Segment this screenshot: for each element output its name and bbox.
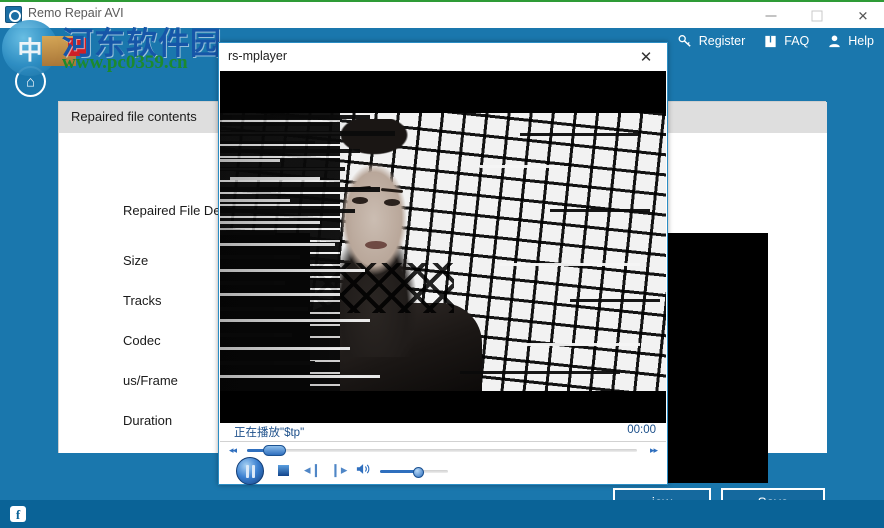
fast-forward-icon[interactable]: ▸▸ [650, 445, 658, 456]
seek-slider[interactable] [247, 445, 637, 456]
app-title: Remo Repair AVI [28, 6, 124, 20]
video-letterbox-bottom [220, 391, 666, 423]
home-icon: ⌂ [25, 73, 36, 91]
volume-handle[interactable] [413, 466, 424, 478]
volume-slider[interactable] [380, 466, 448, 478]
app-titlebar: Remo Repair AVI ✕ [0, 2, 884, 28]
player-status-text: 正在播放"$tp" [234, 427, 305, 439]
close-button[interactable]: ✕ [840, 4, 884, 28]
facebook-icon[interactable]: f [10, 506, 26, 522]
person-icon [827, 34, 842, 49]
next-button[interactable]: ❙▸ [330, 463, 347, 476]
field-label-2: Tracks [123, 293, 162, 308]
pause-button[interactable] [236, 457, 264, 485]
seek-handle[interactable] [263, 445, 286, 456]
video-frame [220, 113, 666, 391]
toolbar-label-register: Register [698, 34, 746, 48]
toolbar-item-faq[interactable]: FAQ [763, 34, 809, 49]
player-time: 00:00 [627, 424, 656, 436]
rewind-icon[interactable]: ◂◂ [229, 445, 237, 456]
book-icon [763, 34, 778, 49]
field-label-0: Repaired File De [123, 203, 221, 218]
player-window: rs-mplayer ✕ 正在播放"$tp" 00:00 ◂◂ ▸▸ ◂❙ ❙▸ [218, 42, 668, 485]
top-toolbar: Register FAQ Help [678, 30, 874, 52]
key-icon [678, 34, 693, 49]
field-label-5: Duration [123, 413, 173, 428]
minimize-icon [765, 15, 777, 17]
status-bar: f [0, 500, 884, 528]
field-label-3: Codec [123, 333, 161, 348]
stop-button[interactable] [278, 465, 289, 476]
minimize-button[interactable] [748, 4, 794, 28]
video-vignette [220, 113, 666, 391]
field-label-1: Size [123, 253, 149, 268]
player-controls: 正在播放"$tp" 00:00 ◂◂ ▸▸ ◂❙ ❙▸ [220, 423, 666, 485]
card-header-title: Repaired file contents [71, 109, 197, 124]
transport-buttons: ◂❙ ❙▸ [220, 457, 666, 485]
player-titlebar: rs-mplayer ✕ [219, 43, 667, 71]
thumbnail-preview [668, 233, 768, 483]
maximize-icon [811, 10, 823, 22]
app-icon [5, 6, 22, 23]
player-close-icon[interactable]: ✕ [625, 43, 667, 71]
close-icon: ✕ [857, 8, 869, 24]
screen: Remo Repair AVI ✕ Register FAQ Help ⌂ Re… [0, 0, 884, 528]
toolbar-item-help[interactable]: Help [827, 34, 874, 49]
video-surface[interactable] [220, 71, 666, 423]
player-title: rs-mplayer [228, 49, 288, 63]
volume-icon[interactable] [356, 462, 372, 478]
previous-button[interactable]: ◂❙ [304, 463, 321, 476]
field-label-4: us/Frame [123, 373, 178, 388]
video-artwork [220, 113, 666, 391]
maximize-button[interactable] [794, 4, 840, 28]
toolbar-label-help: Help [848, 34, 874, 48]
home-button[interactable]: ⌂ [15, 66, 46, 97]
toolbar-label-faq: FAQ [784, 34, 810, 48]
seek-row: ◂◂ ▸▸ [220, 442, 666, 458]
toolbar-item-register[interactable]: Register [678, 34, 746, 49]
